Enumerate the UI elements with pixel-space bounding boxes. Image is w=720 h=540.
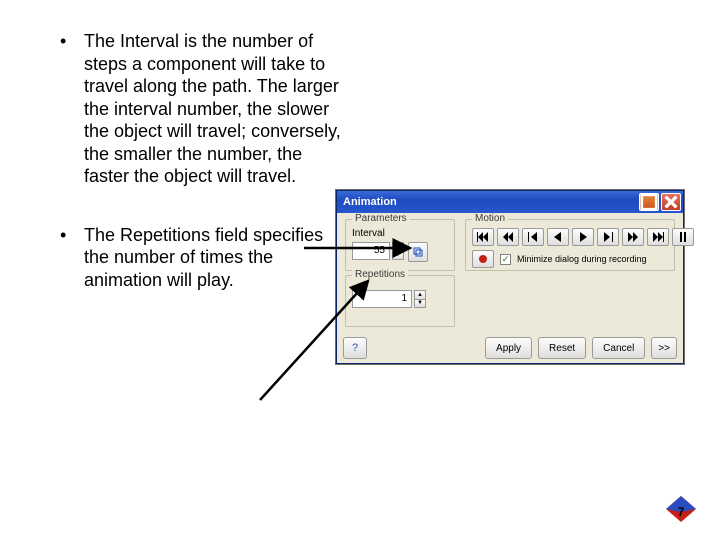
interval-field: 55 ▲ ▼ bbox=[352, 242, 428, 260]
spinner-up-icon[interactable]: ▲ bbox=[392, 242, 404, 252]
spinner-up-icon[interactable]: ▲ bbox=[414, 290, 426, 300]
help-icon: ? bbox=[352, 342, 358, 354]
expand-dialog-button[interactable]: >> bbox=[651, 337, 677, 359]
repetitions-field: 1 ▲ ▼ bbox=[352, 290, 426, 308]
page-number-logo: 7 bbox=[664, 494, 698, 524]
fast-rewind-button[interactable] bbox=[497, 228, 519, 246]
spinner-down-icon[interactable]: ▼ bbox=[392, 252, 404, 261]
interval-spinner[interactable]: ▲ ▼ bbox=[392, 242, 404, 260]
animation-dialog: Animation Parameters Interval 55 ▲ ▼ bbox=[336, 190, 684, 364]
play-forward-button[interactable] bbox=[572, 228, 594, 246]
check-icon: ✓ bbox=[502, 255, 510, 264]
go-to-end-button[interactable] bbox=[647, 228, 669, 246]
parameters-legend: Parameters bbox=[352, 213, 410, 224]
repetitions-group: Repetitions 1 ▲ ▼ bbox=[345, 275, 455, 327]
repetitions-input[interactable]: 1 bbox=[352, 290, 412, 308]
record-button[interactable] bbox=[472, 250, 494, 268]
cancel-button[interactable]: Cancel bbox=[592, 337, 645, 359]
close-window-button[interactable] bbox=[661, 193, 681, 211]
pause-button[interactable] bbox=[672, 228, 694, 246]
bullet-item: The Repetitions field specifies the numb… bbox=[60, 224, 350, 292]
motion-group: Motion bbox=[465, 219, 675, 271]
go-to-start-button[interactable] bbox=[472, 228, 494, 246]
record-row: ✓ Minimize dialog during recording bbox=[472, 250, 647, 268]
interval-label: Interval bbox=[352, 228, 385, 239]
dialog-body: Parameters Interval 55 ▲ ▼ Motion bbox=[337, 213, 683, 363]
repetitions-legend: Repetitions bbox=[352, 269, 408, 280]
transport-controls bbox=[472, 228, 694, 246]
bullet-item: The Interval is the number of steps a co… bbox=[60, 30, 350, 188]
reset-button[interactable]: Reset bbox=[538, 337, 586, 359]
dialog-title: Animation bbox=[343, 196, 637, 208]
titlebar[interactable]: Animation bbox=[337, 191, 683, 213]
play-reverse-button[interactable] bbox=[547, 228, 569, 246]
fast-forward-button[interactable] bbox=[622, 228, 644, 246]
step-forward-button[interactable] bbox=[597, 228, 619, 246]
slide-bullets: The Interval is the number of steps a co… bbox=[60, 30, 350, 327]
minimize-window-button[interactable] bbox=[639, 193, 659, 211]
interval-additional-button[interactable] bbox=[408, 242, 428, 262]
repetitions-spinner[interactable]: ▲ ▼ bbox=[414, 290, 426, 308]
minimize-checkbox[interactable]: ✓ bbox=[500, 254, 511, 265]
page-number: 7 bbox=[678, 505, 685, 519]
parameters-group: Parameters Interval 55 ▲ ▼ bbox=[345, 219, 455, 271]
spinner-down-icon[interactable]: ▼ bbox=[414, 300, 426, 309]
interval-input[interactable]: 55 bbox=[352, 242, 390, 260]
record-icon bbox=[479, 255, 487, 263]
bullet-text: The Repetitions field specifies the numb… bbox=[84, 225, 323, 290]
help-button[interactable]: ? bbox=[343, 337, 367, 359]
motion-legend: Motion bbox=[472, 213, 508, 224]
bullet-text: The Interval is the number of steps a co… bbox=[84, 31, 341, 186]
step-back-button[interactable] bbox=[522, 228, 544, 246]
apply-button[interactable]: Apply bbox=[485, 337, 532, 359]
minimize-checkbox-label: Minimize dialog during recording bbox=[517, 254, 647, 264]
